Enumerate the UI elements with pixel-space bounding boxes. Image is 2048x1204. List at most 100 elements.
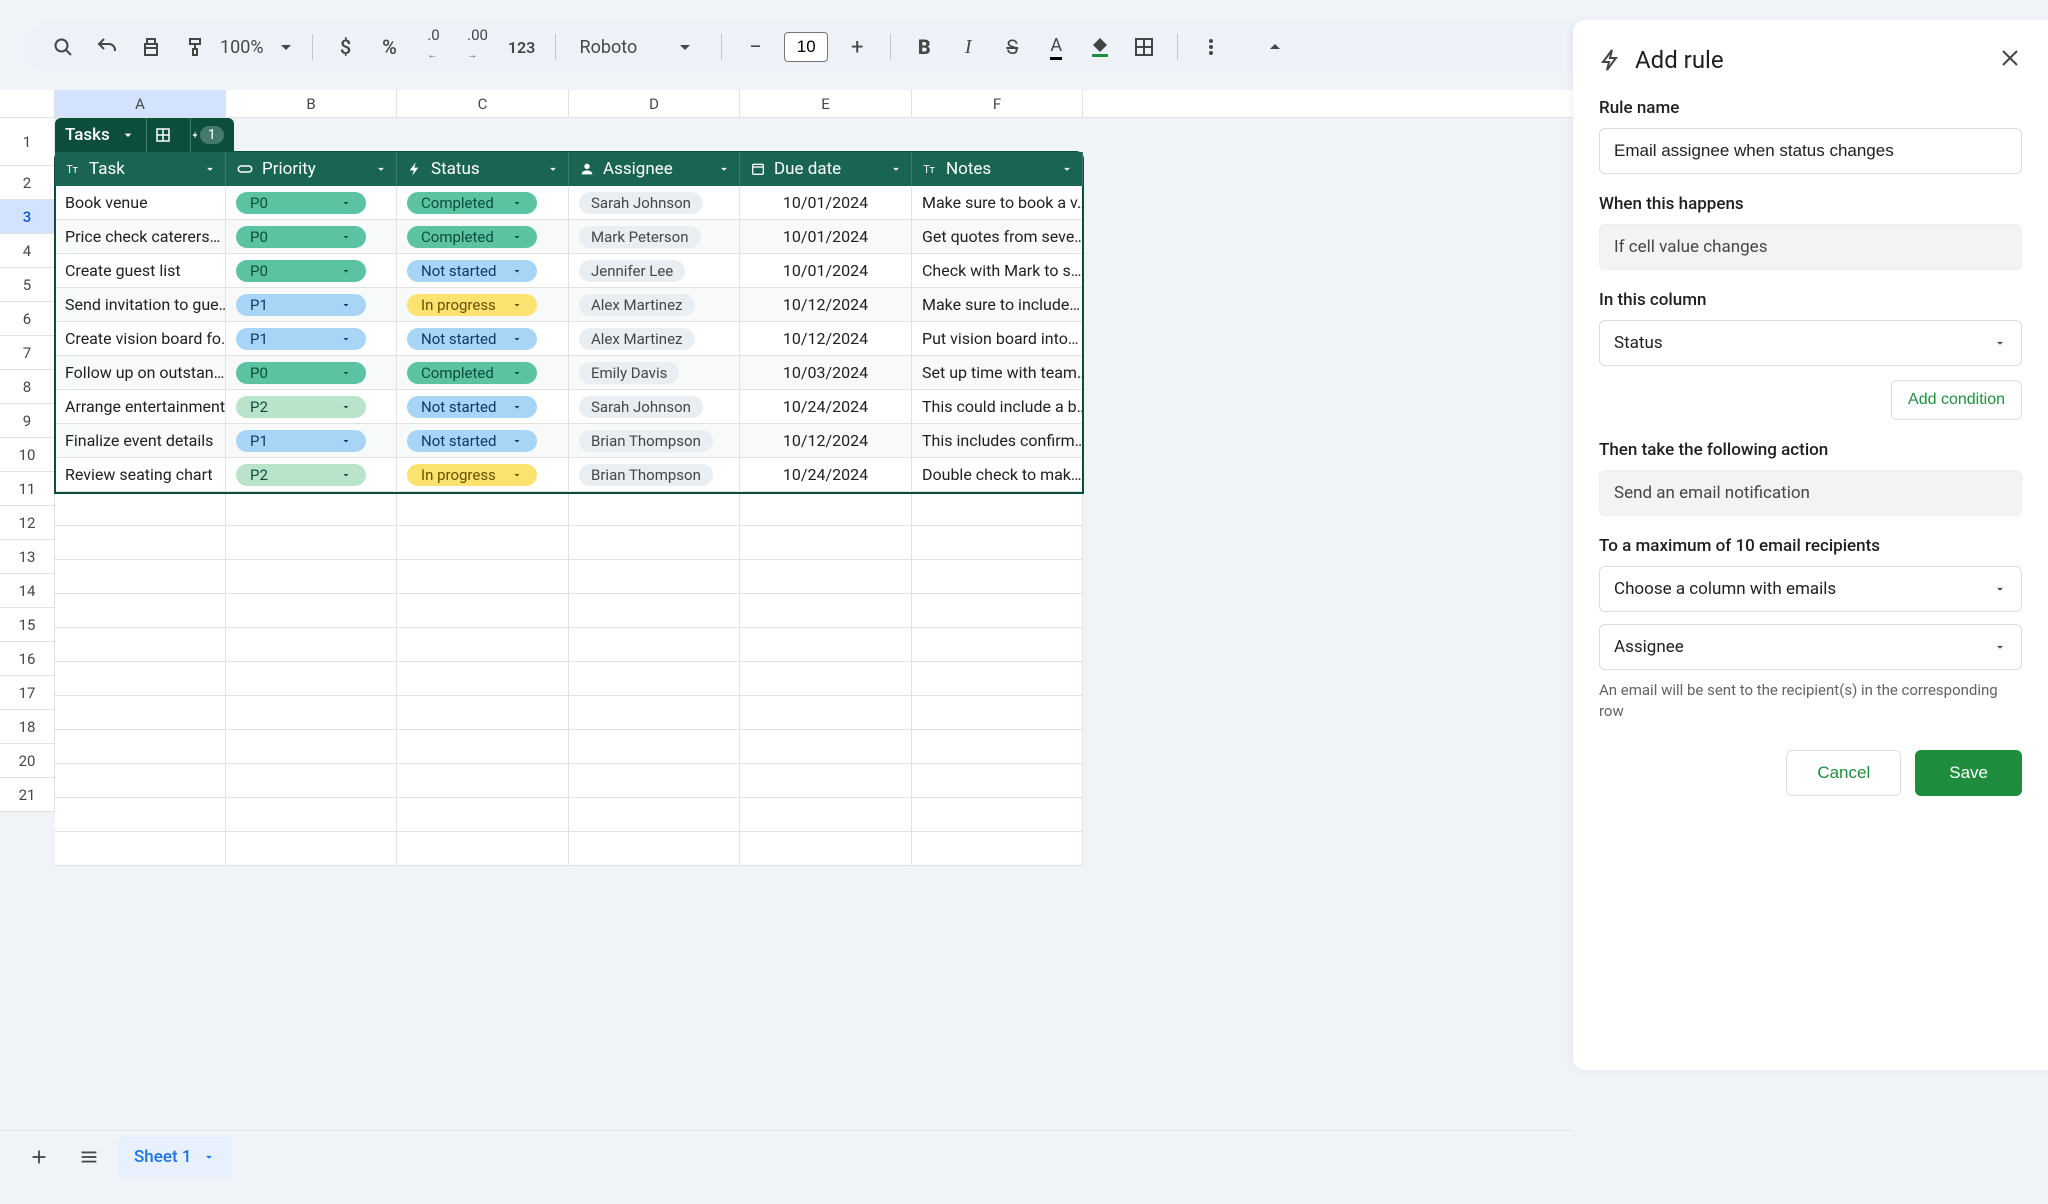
cell-notes[interactable]: Make sure to book a v… bbox=[912, 186, 1083, 219]
cell-assignee[interactable]: Mark Peterson bbox=[569, 220, 740, 253]
col-header-d[interactable]: D bbox=[569, 90, 740, 117]
cell-duedate[interactable]: 10/12/2024 bbox=[740, 424, 912, 457]
row-header[interactable]: 5 bbox=[0, 268, 55, 302]
table-row[interactable]: Finalize event detailsP1Not startedBrian… bbox=[55, 424, 1083, 458]
empty-row[interactable] bbox=[55, 764, 1083, 798]
table-row[interactable]: Create vision board fo…P1Not startedAlex… bbox=[55, 322, 1083, 356]
cell-task[interactable]: Finalize event details bbox=[55, 424, 226, 457]
th-assignee[interactable]: Assignee bbox=[569, 152, 740, 186]
th-notes[interactable]: Tт Notes bbox=[912, 152, 1083, 186]
font-size-input[interactable] bbox=[784, 32, 828, 62]
increase-font-icon[interactable]: + bbox=[838, 28, 876, 66]
table-row[interactable]: Follow up on outstan…P0CompletedEmily Da… bbox=[55, 356, 1083, 390]
row-header[interactable]: 21 bbox=[0, 778, 55, 812]
cell-assignee[interactable]: Jennifer Lee bbox=[569, 254, 740, 287]
col-header-b[interactable]: B bbox=[226, 90, 397, 117]
row-header[interactable]: 16 bbox=[0, 642, 55, 676]
add-condition-button[interactable]: Add condition bbox=[1891, 380, 2022, 420]
cell-status[interactable]: Not started bbox=[397, 322, 569, 355]
format-number-icon[interactable]: 123 bbox=[503, 28, 541, 66]
cell-duedate[interactable]: 10/12/2024 bbox=[740, 288, 912, 321]
font-dropdown[interactable]: Roboto bbox=[570, 35, 708, 59]
cell-priority[interactable]: P0 bbox=[226, 254, 397, 287]
row-header[interactable]: 8 bbox=[0, 370, 55, 404]
cell-notes[interactable]: Put vision board into… bbox=[912, 322, 1083, 355]
cell-notes[interactable]: Get quotes from seve… bbox=[912, 220, 1083, 253]
row-header[interactable]: 18 bbox=[0, 710, 55, 744]
increase-decimal-icon[interactable]: .00→ bbox=[459, 28, 497, 66]
bold-icon[interactable]: B bbox=[905, 28, 943, 66]
table-row[interactable]: Send invitation to gue…P1In progressAlex… bbox=[55, 288, 1083, 322]
table-chip[interactable]: Tasks 1 bbox=[55, 118, 234, 152]
row-header[interactable]: 9 bbox=[0, 404, 55, 438]
cell-priority[interactable]: P0 bbox=[226, 356, 397, 389]
col-header-a[interactable]: A bbox=[55, 90, 226, 117]
cell-status[interactable]: Not started bbox=[397, 390, 569, 423]
cell-task[interactable]: Create guest list bbox=[55, 254, 226, 287]
th-duedate[interactable]: Due date bbox=[740, 152, 912, 186]
cell-notes[interactable]: Make sure to include… bbox=[912, 288, 1083, 321]
search-icon[interactable] bbox=[44, 28, 82, 66]
recipients-value-select[interactable]: Assignee bbox=[1599, 624, 2022, 670]
cell-notes[interactable]: This could include a b… bbox=[912, 390, 1083, 423]
empty-row[interactable] bbox=[55, 628, 1083, 662]
fill-color-icon[interactable] bbox=[1081, 28, 1119, 66]
cell-assignee[interactable]: Alex Martinez bbox=[569, 322, 740, 355]
table-row[interactable]: Create guest listP0Not startedJennifer L… bbox=[55, 254, 1083, 288]
cell-assignee[interactable]: Sarah Johnson bbox=[569, 186, 740, 219]
col-header-e[interactable]: E bbox=[740, 90, 912, 117]
decrease-decimal-icon[interactable]: .0← bbox=[415, 28, 453, 66]
table-row[interactable]: Arrange entertainmentP2Not startedSarah … bbox=[55, 390, 1083, 424]
cell-duedate[interactable]: 10/03/2024 bbox=[740, 356, 912, 389]
cell-priority[interactable]: P1 bbox=[226, 424, 397, 457]
cell-status[interactable]: Completed bbox=[397, 220, 569, 253]
cell-status[interactable]: Not started bbox=[397, 254, 569, 287]
cell-duedate[interactable]: 10/24/2024 bbox=[740, 458, 912, 491]
table-row[interactable]: Book venueP0CompletedSarah Johnson10/01/… bbox=[55, 186, 1083, 220]
cell-priority[interactable]: P2 bbox=[226, 458, 397, 491]
cancel-button[interactable]: Cancel bbox=[1786, 750, 1901, 796]
table-row[interactable]: Review seating chartP2In progressBrian T… bbox=[55, 458, 1083, 492]
when-trigger[interactable]: If cell value changes bbox=[1599, 224, 2022, 270]
cell-task[interactable]: Follow up on outstan… bbox=[55, 356, 226, 389]
paint-format-icon[interactable] bbox=[176, 28, 214, 66]
print-icon[interactable] bbox=[132, 28, 170, 66]
cell-duedate[interactable]: 10/12/2024 bbox=[740, 322, 912, 355]
cell-priority[interactable]: P1 bbox=[226, 288, 397, 321]
cell-assignee[interactable]: Brian Thompson bbox=[569, 458, 740, 491]
th-task[interactable]: Tт Task bbox=[55, 152, 226, 186]
row-header[interactable]: 3 bbox=[0, 200, 55, 234]
recipients-column-select[interactable]: Choose a column with emails bbox=[1599, 566, 2022, 612]
col-header-f[interactable]: F bbox=[912, 90, 1083, 117]
italic-icon[interactable]: I bbox=[949, 28, 987, 66]
cell-notes[interactable]: This includes confirm… bbox=[912, 424, 1083, 457]
table-row[interactable]: Price check caterers…P0CompletedMark Pet… bbox=[55, 220, 1083, 254]
row-header[interactable]: 4 bbox=[0, 234, 55, 268]
cell-priority[interactable]: P2 bbox=[226, 390, 397, 423]
cell-status[interactable]: In progress bbox=[397, 458, 569, 491]
th-priority[interactable]: Priority bbox=[226, 152, 397, 186]
text-color-icon[interactable]: A bbox=[1037, 28, 1075, 66]
row-header[interactable]: 20 bbox=[0, 744, 55, 778]
cell-notes[interactable]: Double check to mak… bbox=[912, 458, 1083, 491]
cell-task[interactable]: Arrange entertainment bbox=[55, 390, 226, 423]
close-button[interactable] bbox=[1998, 46, 2022, 74]
cell-task[interactable]: Book venue bbox=[55, 186, 226, 219]
row-header[interactable]: 13 bbox=[0, 540, 55, 574]
row-header[interactable]: 11 bbox=[0, 472, 55, 506]
action-value[interactable]: Send an email notification bbox=[1599, 470, 2022, 516]
strikethrough-icon[interactable]: S bbox=[993, 28, 1031, 66]
row-header[interactable]: 7 bbox=[0, 336, 55, 370]
cell-notes[interactable]: Check with Mark to s… bbox=[912, 254, 1083, 287]
borders-icon[interactable] bbox=[1125, 28, 1163, 66]
decrease-font-icon[interactable]: − bbox=[736, 28, 774, 66]
row-header[interactable]: 10 bbox=[0, 438, 55, 472]
row-header[interactable]: 2 bbox=[0, 166, 55, 200]
automation-icon[interactable]: 1 bbox=[190, 118, 224, 152]
tab-sheet1[interactable]: Sheet 1 bbox=[118, 1137, 232, 1177]
column-select[interactable]: Status bbox=[1599, 320, 2022, 366]
cell-status[interactable]: Not started bbox=[397, 424, 569, 457]
cell-status[interactable]: Completed bbox=[397, 356, 569, 389]
rule-name-input[interactable] bbox=[1599, 128, 2022, 174]
add-sheet-button[interactable] bbox=[18, 1136, 60, 1178]
